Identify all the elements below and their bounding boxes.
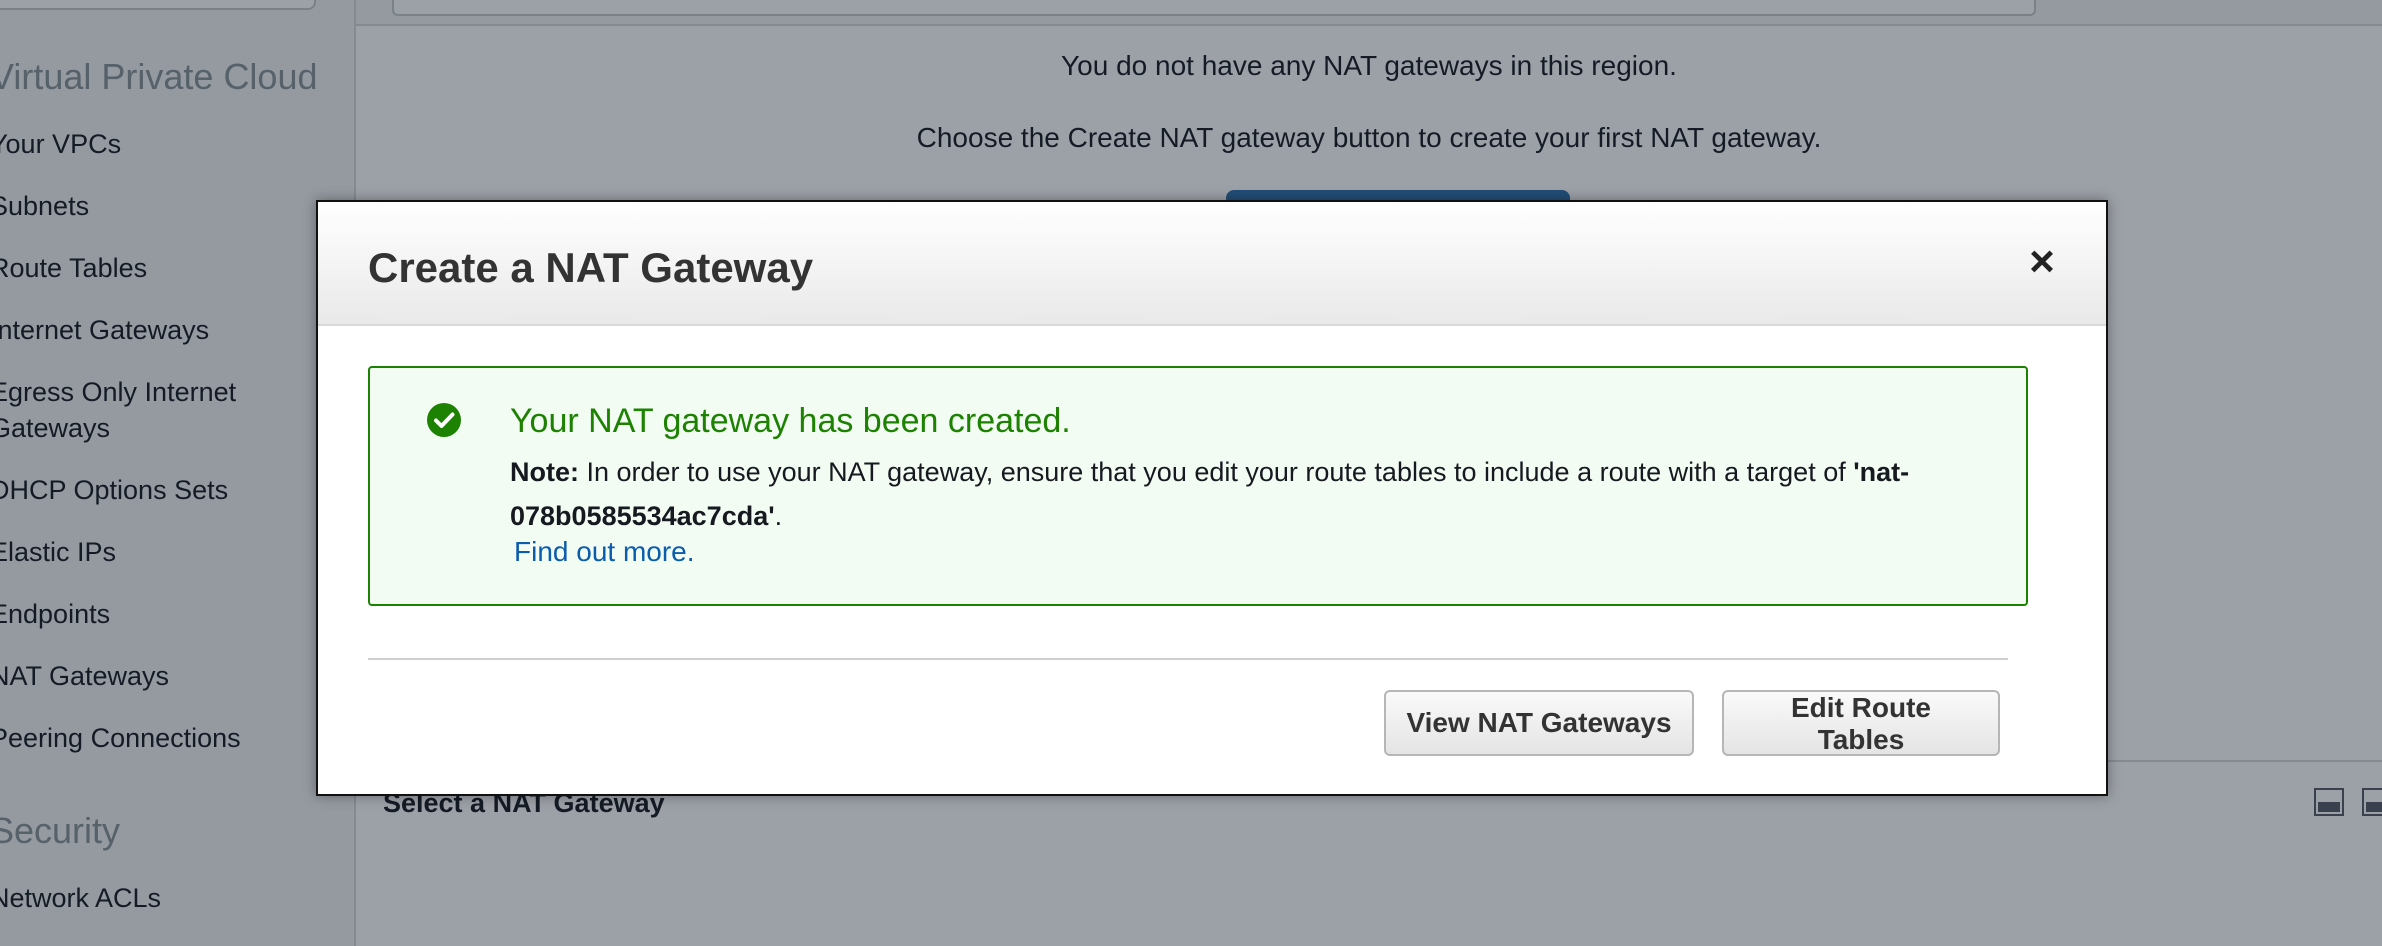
close-icon[interactable]: × xyxy=(2024,240,2060,284)
dialog-title: Create a NAT Gateway xyxy=(368,244,814,291)
note-end: . xyxy=(774,501,783,531)
note-text: In order to use your NAT gateway, ensure… xyxy=(579,457,1854,487)
edit-route-tables-button[interactable]: Edit Route Tables xyxy=(1722,690,2000,756)
dialog-divider xyxy=(368,658,2008,660)
dialog-header: Create a NAT Gateway × xyxy=(318,202,2106,326)
create-nat-gateway-dialog: Create a NAT Gateway × Your NAT gateway … xyxy=(316,200,2108,796)
find-out-more-link[interactable]: Find out more. xyxy=(514,536,695,568)
alert-note: Note: In order to use your NAT gateway, … xyxy=(510,450,1990,538)
note-label: Note: xyxy=(510,457,579,487)
alert-title: Your NAT gateway has been created. xyxy=(510,402,1071,440)
success-alert: Your NAT gateway has been created. Note:… xyxy=(368,366,2028,606)
view-nat-gateways-button[interactable]: View NAT Gateways xyxy=(1384,690,1694,756)
check-circle-icon xyxy=(427,403,461,437)
